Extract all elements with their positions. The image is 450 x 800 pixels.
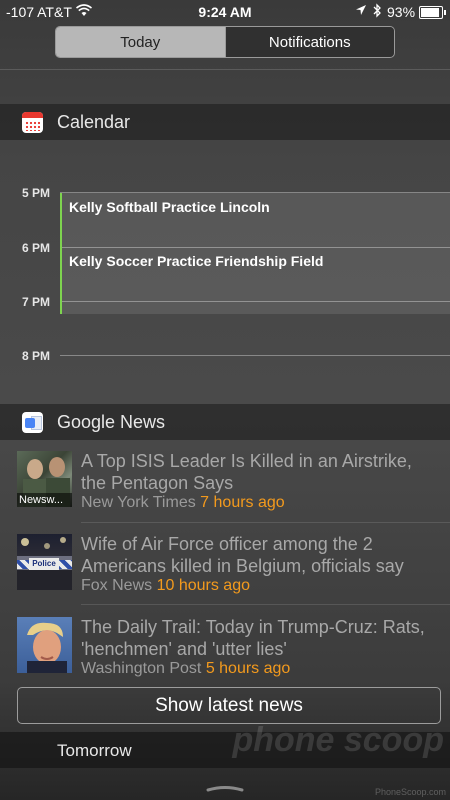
news-divider — [81, 604, 450, 605]
news-headline: The Daily Trail: Today in Trump-Cruz: Ra… — [81, 617, 425, 659]
tab-notifications[interactable]: Notifications — [224, 27, 394, 57]
hour-gridline — [60, 192, 450, 193]
calendar-header[interactable]: Calendar — [0, 104, 450, 140]
thumbnail-caption: Police — [29, 558, 59, 570]
time-ago: 10 hours ago — [156, 577, 250, 594]
view-tabs: Today Notifications — [55, 26, 395, 58]
hour-label: 5 PM — [22, 186, 51, 200]
tomorrow-title: Tomorrow — [57, 741, 132, 760]
source-name: New York Times — [81, 494, 196, 511]
location-arrow-icon — [355, 3, 367, 20]
hour-gridline — [60, 301, 450, 302]
news-source: Fox News 10 hours ago — [81, 577, 250, 595]
hour-gridline — [60, 355, 450, 356]
thumbnail-caption: Newsw... — [17, 493, 72, 507]
status-bar: -107 AT&T 9:24 AM 93% — [0, 0, 450, 24]
time-ago: 7 hours ago — [200, 494, 285, 511]
hour-label: 7 PM — [22, 295, 51, 309]
tab-today[interactable]: Today — [56, 27, 225, 57]
news-thumbnail: Police — [17, 534, 72, 590]
clock: 9:24 AM — [198, 4, 252, 20]
google-news-app-icon — [22, 412, 43, 433]
news-source: Washington Post 5 hours ago — [81, 660, 290, 678]
news-thumbnail: Newsw... — [17, 451, 72, 507]
battery-percent: 93% — [387, 4, 416, 20]
hour-gridline — [60, 247, 450, 248]
news-source: New York Times 7 hours ago — [81, 494, 285, 512]
time-ago: 5 hours ago — [205, 660, 291, 677]
calendar-app-icon — [22, 112, 43, 133]
watermark-caption: PhoneScoop.com — [374, 787, 446, 797]
watermark-logo: phone scoop — [232, 721, 444, 759]
hour-label: 6 PM — [22, 241, 51, 255]
divider — [0, 69, 450, 70]
news-thumbnail — [17, 617, 72, 673]
news-headline: A Top ISIS Leader Is Killed in an Airstr… — [81, 451, 412, 493]
hour-label: 8 PM — [22, 349, 51, 363]
calendar-title: Calendar — [57, 112, 131, 132]
show-latest-news-button[interactable]: Show latest news — [17, 687, 441, 724]
event-color-bar — [60, 193, 62, 314]
calendar-event[interactable]: Kelly Softball Practice Lincoln — [69, 199, 270, 215]
google-news-title: Google News — [57, 412, 166, 432]
news-divider — [81, 522, 450, 523]
news-item[interactable]: Police Wife of Air Force officer among t… — [0, 532, 450, 600]
bluetooth-icon — [372, 3, 382, 21]
chevron-down-icon[interactable] — [206, 779, 244, 792]
calendar-event[interactable]: Kelly Soccer Practice Friendship Field — [69, 253, 323, 269]
news-headline: Wife of Air Force officer among the 2 Am… — [81, 534, 404, 576]
source-name: Washington Post — [81, 660, 202, 677]
google-news-header[interactable]: Google News — [0, 404, 450, 440]
battery-icon — [419, 6, 446, 19]
news-item[interactable]: Newsw... A Top ISIS Leader Is Killed in … — [0, 450, 450, 518]
source-name: Fox News — [81, 577, 153, 594]
news-item[interactable]: The Daily Trail: Today in Trump-Cruz: Ra… — [0, 615, 450, 683]
